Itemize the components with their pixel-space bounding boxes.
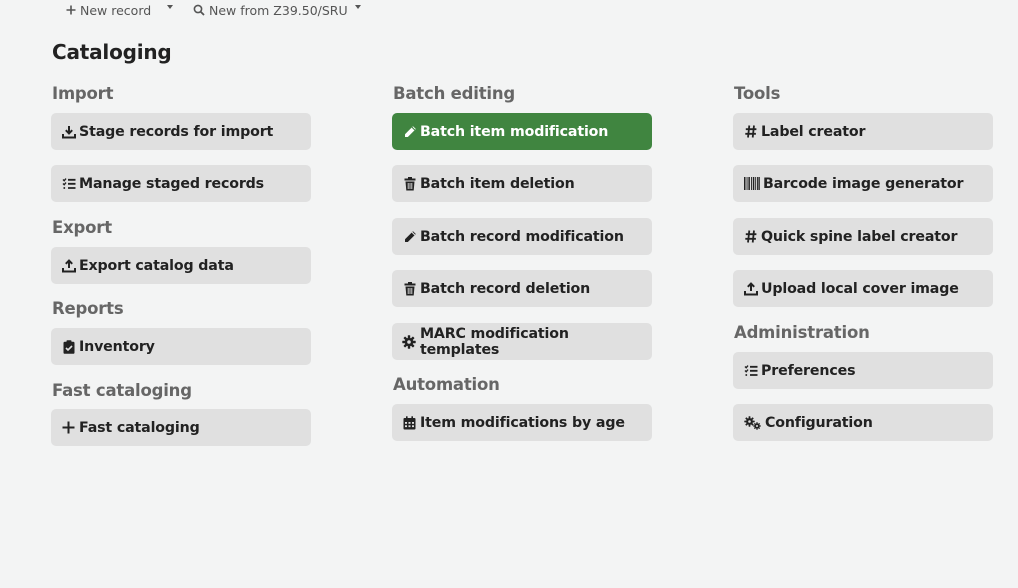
inventory-button[interactable]: Inventory [51,328,311,365]
quick-spine-label-creator-label: Quick spine label creator [761,228,958,245]
trash-icon [402,176,417,191]
configuration-button[interactable]: Configuration [733,404,993,441]
plus-icon [66,5,76,15]
new-record-label: New record [80,2,152,18]
hashtag-icon [743,124,758,139]
list-check-icon [743,363,758,378]
batch-record-deletion-label: Batch record deletion [420,280,591,297]
list-check-icon [61,176,76,191]
item-modifications-by-age-button[interactable]: Item modifications by age [392,404,652,441]
new-z3950-button[interactable]: New from Z39.50/SRU [193,1,348,19]
manage-staged-label: Manage staged records [79,175,264,192]
export-catalog-button[interactable]: Export catalog data [51,247,311,284]
new-record-dropdown-caret[interactable] [167,5,173,9]
download-icon [61,124,76,139]
upload-icon [743,281,758,296]
upload-icon [61,258,76,273]
label-creator-button[interactable]: Label creator [733,113,993,150]
batch-item-modification-button[interactable]: Batch item modification [392,113,652,150]
search-icon [193,4,205,16]
batch-item-deletion-button[interactable]: Batch item deletion [392,165,652,202]
fast-cataloging-heading: Fast cataloging [52,381,192,400]
automation-heading: Automation [393,375,500,394]
batch-record-modification-label: Batch record modification [420,228,624,245]
toolbar: New record New from Z39.50/SRU [0,0,1018,22]
batch-item-deletion-label: Batch item deletion [420,175,575,192]
barcode-image-generator-label: Barcode image generator [763,175,964,192]
gears-icon [743,415,762,430]
page-title: Cataloging [52,40,172,64]
export-catalog-label: Export catalog data [79,257,234,274]
preferences-button[interactable]: Preferences [733,352,993,389]
administration-heading: Administration [734,323,870,342]
batch-editing-heading: Batch editing [393,84,516,103]
clipboard-check-icon [61,339,76,354]
import-heading: Import [52,84,114,103]
batch-record-modification-button[interactable]: Batch record modification [392,218,652,255]
plus-icon [61,420,76,435]
export-heading: Export [52,218,112,237]
pencil-icon [402,124,417,139]
new-z3950-label: New from Z39.50/SRU [209,2,348,18]
calendar-icon [402,415,417,430]
marc-modification-templates-button[interactable]: MARC modification templates [392,323,652,360]
stage-records-button[interactable]: Stage records for import [51,113,311,150]
manage-staged-button[interactable]: Manage staged records [51,165,311,202]
trash-icon [402,281,417,296]
barcode-icon [743,176,760,191]
upload-local-cover-image-button[interactable]: Upload local cover image [733,270,993,307]
new-z3950-dropdown-caret[interactable] [355,5,361,9]
pencil-icon [402,229,417,244]
configuration-label: Configuration [765,414,873,431]
preferences-label: Preferences [761,362,856,379]
fast-cataloging-button[interactable]: Fast cataloging [51,409,311,446]
marc-modification-templates-label: MARC modification templates [419,325,569,358]
batch-item-modification-label: Batch item modification [420,123,609,140]
tools-heading: Tools [734,84,781,103]
new-record-button[interactable]: New record [66,1,151,19]
batch-record-deletion-button[interactable]: Batch record deletion [392,270,652,307]
gear-icon [402,334,417,349]
fast-cataloging-label: Fast cataloging [79,419,200,436]
stage-records-label: Stage records for import [79,123,274,140]
quick-spine-label-creator-button[interactable]: Quick spine label creator [733,218,993,255]
upload-local-cover-image-label: Upload local cover image [761,280,959,297]
item-modifications-by-age-label: Item modifications by age [420,414,625,431]
hashtag-icon [743,229,758,244]
barcode-image-generator-button[interactable]: Barcode image generator [733,165,993,202]
label-creator-label: Label creator [761,123,866,140]
inventory-label: Inventory [79,338,155,355]
reports-heading: Reports [52,299,124,318]
